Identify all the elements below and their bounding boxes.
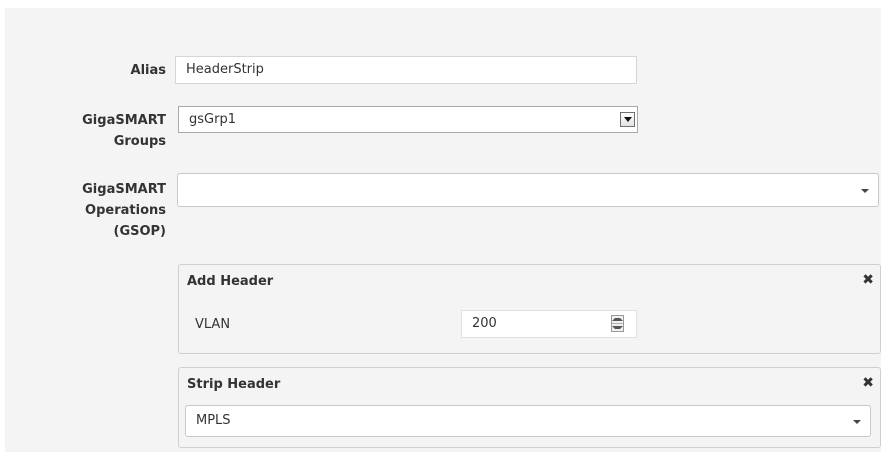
spinner-icon[interactable] bbox=[611, 315, 624, 332]
groups-select-value: gsGrp1 bbox=[189, 112, 236, 127]
operations-label-line1: GigaSMART bbox=[82, 182, 166, 197]
strip-header-box: Strip Header ✖ MPLS bbox=[178, 367, 881, 448]
operations-select[interactable] bbox=[177, 173, 879, 207]
form-panel: Alias GigaSMART Groups GigaSMART Operati… bbox=[5, 8, 881, 452]
label-column: Alias GigaSMART Groups GigaSMART Operati… bbox=[5, 8, 166, 452]
close-icon[interactable]: ✖ bbox=[862, 272, 874, 288]
add-header-title: Add Header bbox=[187, 274, 274, 289]
strip-header-select[interactable]: MPLS bbox=[185, 405, 871, 437]
alias-label: Alias bbox=[130, 63, 166, 78]
groups-select[interactable]: gsGrp1 bbox=[178, 106, 638, 133]
spin-down-icon[interactable] bbox=[612, 323, 623, 331]
operations-label-line2: Operations bbox=[85, 203, 166, 218]
operations-label-line3: (GSOP) bbox=[113, 224, 167, 239]
groups-label-line1: GigaSMART bbox=[82, 113, 166, 128]
strip-header-select-value: MPLS bbox=[196, 413, 231, 428]
spin-up-icon[interactable] bbox=[612, 316, 623, 323]
strip-header-title: Strip Header bbox=[187, 377, 281, 392]
chevron-down-icon[interactable] bbox=[861, 189, 869, 193]
add-header-box: Add Header ✖ VLAN 200 bbox=[178, 264, 881, 354]
vlan-label: VLAN bbox=[195, 317, 231, 332]
vlan-value: 200 bbox=[472, 316, 497, 331]
chevron-down-icon[interactable] bbox=[620, 112, 635, 127]
vlan-input[interactable]: 200 bbox=[461, 310, 637, 338]
groups-label-line2: Groups bbox=[113, 134, 166, 149]
chevron-down-icon[interactable] bbox=[853, 420, 861, 424]
alias-input[interactable]: HeaderStrip bbox=[175, 56, 637, 84]
close-icon[interactable]: ✖ bbox=[862, 375, 874, 391]
